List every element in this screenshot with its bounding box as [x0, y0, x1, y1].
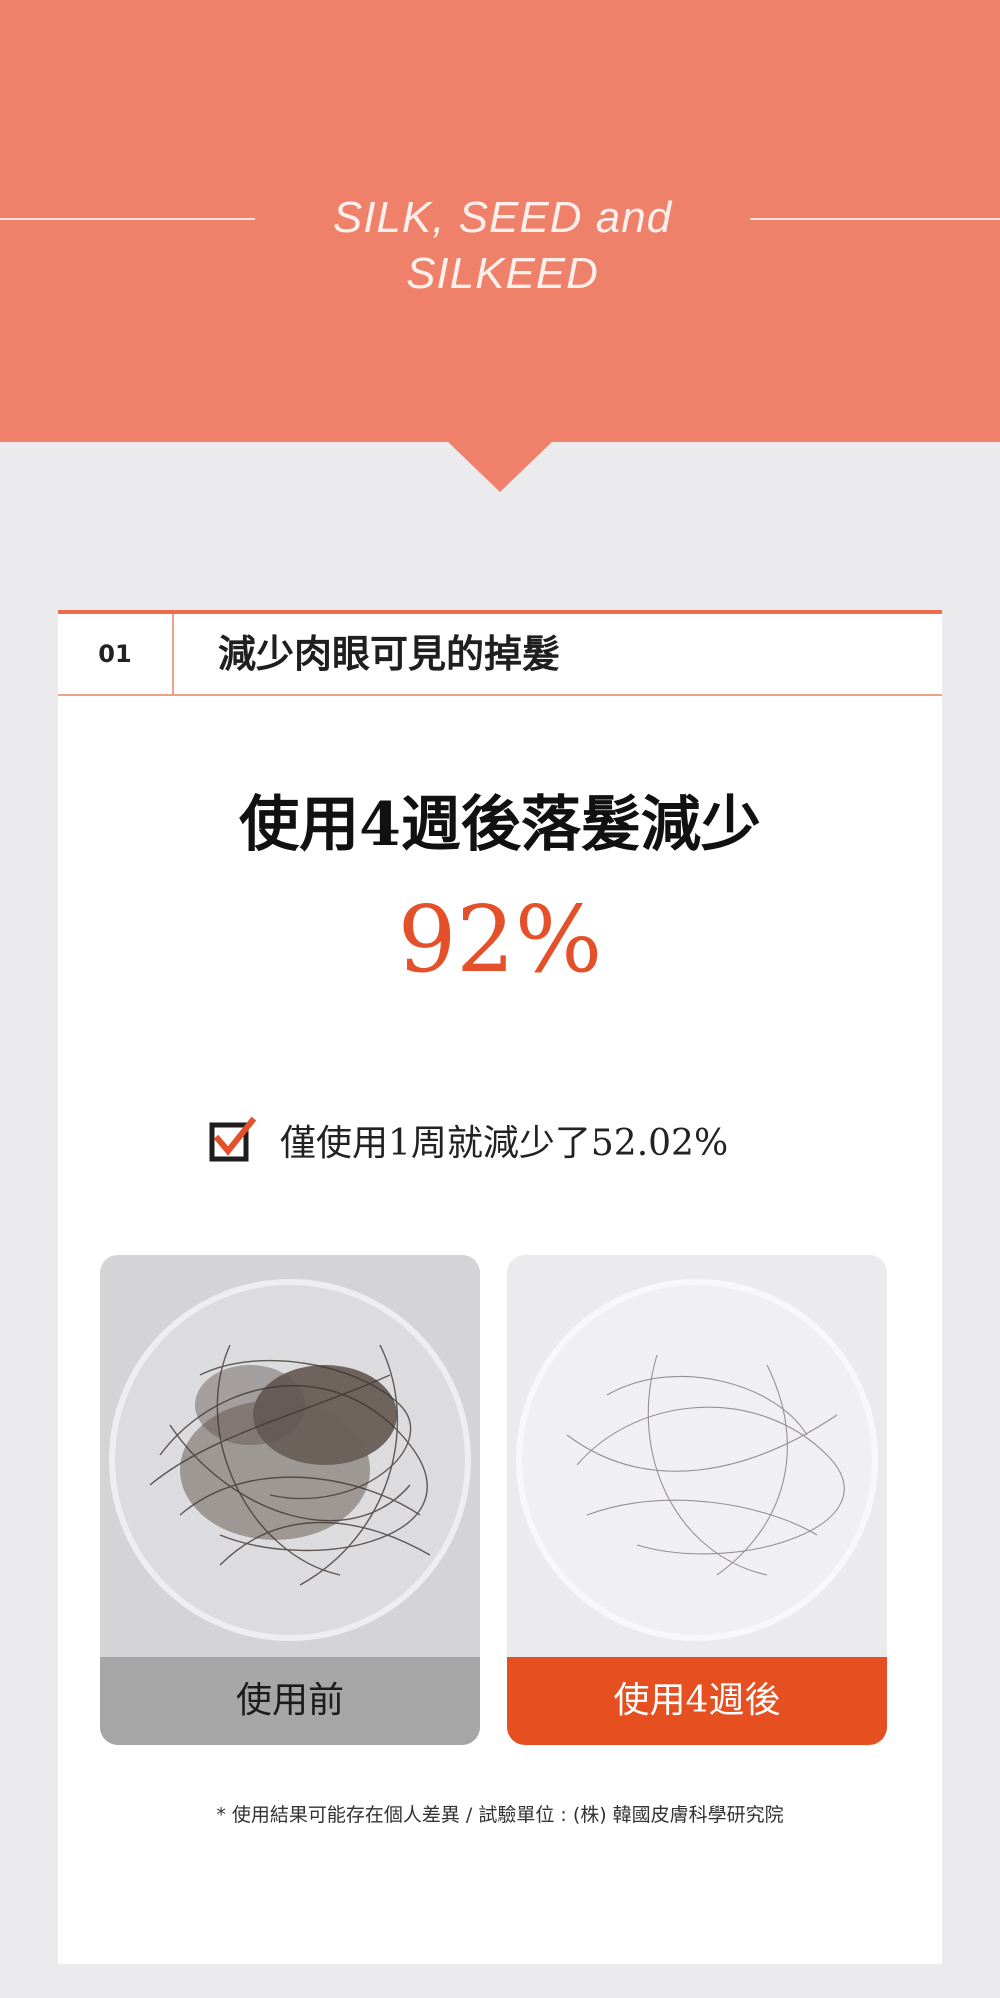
- result-note-text: 僅使用1周就減少了52.02%: [280, 1123, 729, 1164]
- hair-sample-light-image: [507, 1255, 887, 1657]
- after-photo: 使用4週後: [507, 1255, 887, 1745]
- hero-divider-right: [750, 218, 1000, 220]
- hero-pointer-triangle: [446, 440, 554, 492]
- section-title: 減少肉眼可見的掉髮: [218, 632, 561, 676]
- hero-title: SILK, SEED and SILKEED: [332, 193, 673, 298]
- hair-sample-heavy-image: [100, 1255, 480, 1657]
- section-header: 01 減少肉眼可見的掉髮: [58, 610, 942, 696]
- content-card: 01 減少肉眼可見的掉髮 使用4週後落髮減少 92% 僅使用1周就減少了52.0…: [58, 610, 942, 1964]
- footnote: * 使用結果可能存在個人差異 / 試驗單位 : (株) 韓國皮膚科學研究院: [216, 1804, 784, 1826]
- result-note: 僅使用1周就減少了52.02%: [208, 1110, 728, 1170]
- checkbox-checked-icon: [209, 1116, 257, 1162]
- before-label: 使用前: [100, 1657, 480, 1745]
- after-label: 使用4週後: [507, 1657, 887, 1745]
- section-number: 01: [58, 614, 174, 694]
- result-percent: 92%: [397, 886, 603, 993]
- result-headline: 使用4週後落髮減少: [239, 790, 761, 860]
- hero-banner: SILK, SEED and SILKEED: [0, 0, 1000, 442]
- before-photo: 使用前: [100, 1255, 480, 1745]
- hero-divider-left: [0, 218, 255, 220]
